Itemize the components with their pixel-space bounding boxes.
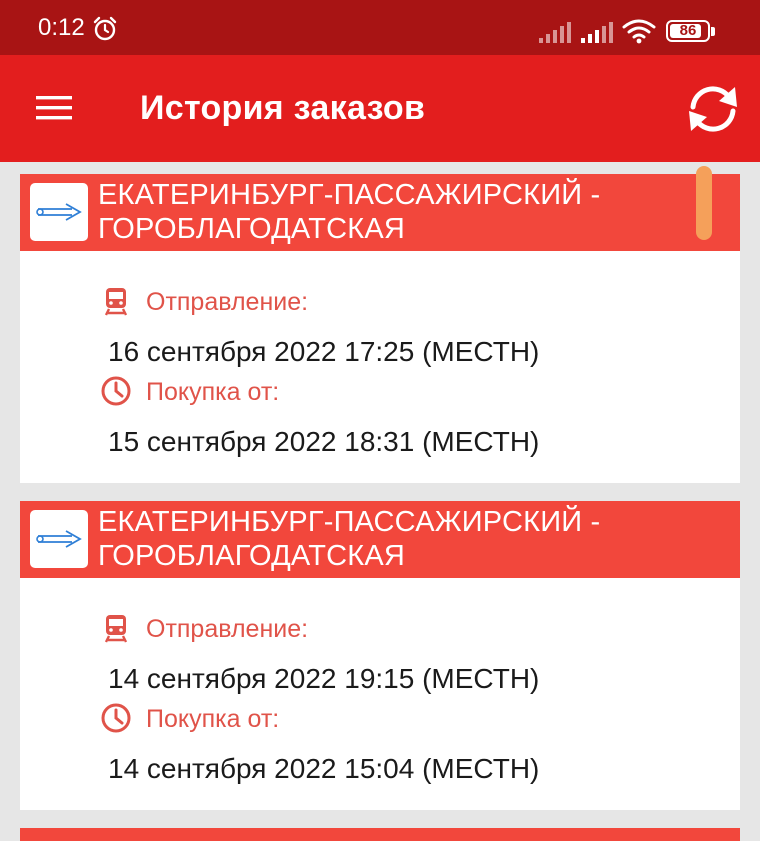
battery-level: 86: [679, 22, 697, 39]
route-name: ЕКАТЕРИНБУРГ-ПАССАЖИРСКИЙ - ГОРОБЛАГОДАТ…: [98, 506, 601, 572]
order-card-header[interactable]: ЕКАТЕРИНБУРГ-ПАССАЖИРСКИЙ - ГОРОБЛАГОДАТ…: [20, 501, 740, 578]
wifi-icon: [622, 19, 656, 44]
order-card-header[interactable]: ЕКАТЕРИНБУРГ-ПАССАЖИРСКИЙ - ГОРОБЛАГОДАТ…: [20, 174, 740, 251]
refresh-icon[interactable]: [683, 83, 743, 135]
order-card[interactable]: ЕКАТЕРИНБУРГ-ПАССАЖИРСКИЙ - ГОРОБЛАГОДАТ…: [20, 501, 740, 810]
order-card-body: Отправление: 14 сентября 2022 19:15 (МЕС…: [20, 578, 740, 810]
route-arrow-icon: [36, 203, 82, 221]
purchase-label: Покупка от:: [146, 705, 280, 733]
clock-icon: [101, 376, 131, 406]
order-card-partial[interactable]: [20, 828, 740, 841]
hamburger-menu-icon[interactable]: [34, 93, 74, 123]
status-time: 0:12: [38, 14, 85, 41]
page-title: История заказов: [140, 89, 426, 127]
order-card[interactable]: ЕКАТЕРИНБУРГ-ПАССАЖИРСКИЙ - ГОРОБЛАГОДАТ…: [20, 174, 740, 483]
alarm-clock-icon: [93, 16, 117, 41]
purchase-value: 15 сентября 2022 18:31 (МЕСТН): [108, 426, 540, 457]
order-card-body: Отправление: 16 сентября 2022 17:25 (МЕС…: [20, 251, 740, 483]
signal-strength-icon: [539, 22, 571, 43]
purchase-value: 14 сентября 2022 15:04 (МЕСТН): [108, 753, 540, 784]
battery-tip: [711, 27, 715, 36]
train-icon: [104, 288, 128, 316]
route-name: ЕКАТЕРИНБУРГ-ПАССАЖИРСКИЙ - ГОРОБЛАГОДАТ…: [98, 179, 601, 245]
battery-icon: 86: [666, 20, 710, 42]
app-bar: История заказов: [0, 55, 760, 162]
departure-value: 14 сентября 2022 19:15 (МЕСТН): [108, 663, 540, 694]
route-arrow-icon: [36, 530, 82, 548]
route-badge: [30, 183, 88, 241]
scroll-indicator[interactable]: [696, 166, 712, 240]
train-icon: [104, 615, 128, 643]
departure-value: 16 сентября 2022 17:25 (МЕСТН): [108, 336, 540, 367]
route-badge: [30, 510, 88, 568]
clock-icon: [101, 703, 131, 733]
status-bar: 0:12 86: [0, 0, 760, 55]
departure-label: Отправление:: [146, 615, 309, 643]
departure-label: Отправление:: [146, 288, 309, 316]
signal-strength-icon: [581, 22, 613, 43]
purchase-label: Покупка от:: [146, 378, 280, 406]
